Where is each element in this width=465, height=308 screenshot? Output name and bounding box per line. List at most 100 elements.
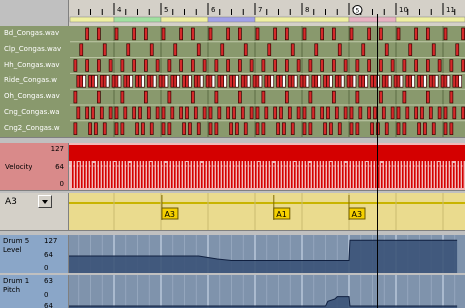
drum-hit[interactable] — [296, 106, 301, 120]
drum-hit[interactable] — [255, 27, 260, 41]
velocity-bar[interactable] — [315, 156, 317, 188]
drum-hit[interactable] — [337, 122, 342, 135]
drum-hit[interactable] — [167, 90, 172, 104]
velocity-bar[interactable] — [237, 147, 239, 188]
drum-hit[interactable] — [191, 59, 195, 72]
loop-segment[interactable] — [160, 16, 209, 23]
drum-hit[interactable] — [337, 75, 342, 88]
velocity-bar[interactable] — [219, 157, 221, 188]
drum-hit[interactable] — [449, 59, 454, 72]
drum-hit[interactable] — [220, 43, 225, 56]
drum-hit[interactable] — [390, 106, 395, 120]
drum1-pitch-curve[interactable] — [69, 275, 465, 308]
drum-hit[interactable] — [129, 75, 134, 88]
drum-hit[interactable] — [437, 59, 442, 72]
velocity-bar[interactable] — [138, 154, 140, 188]
drum-hit[interactable] — [102, 75, 107, 88]
drum-hit[interactable] — [349, 27, 354, 41]
velocity-bar[interactable] — [288, 156, 290, 188]
drum-hit[interactable] — [238, 27, 242, 41]
drum-hit[interactable] — [287, 106, 292, 120]
velocity-bar[interactable] — [342, 147, 344, 188]
drum-hit[interactable] — [314, 43, 319, 56]
drum-hit[interactable] — [443, 122, 448, 135]
drum-hit[interactable] — [217, 106, 222, 120]
velocity-bar[interactable] — [231, 153, 233, 188]
velocity-bar[interactable] — [174, 154, 176, 188]
drum-hit[interactable] — [311, 106, 316, 120]
drum-hit[interactable] — [161, 27, 166, 41]
drum-hit[interactable] — [355, 59, 360, 72]
drum-hit[interactable] — [196, 122, 201, 135]
loop-segment[interactable] — [254, 16, 350, 23]
drum-hit[interactable] — [402, 90, 407, 104]
drum-hit[interactable] — [308, 90, 313, 104]
drum-hit[interactable] — [223, 75, 228, 88]
drum-hit[interactable] — [396, 122, 401, 135]
drum-hit[interactable] — [411, 75, 416, 88]
drum-hit[interactable] — [311, 75, 316, 88]
velocity-bar[interactable] — [192, 147, 194, 188]
drum-hit[interactable] — [82, 75, 87, 88]
drum-hit[interactable] — [170, 106, 175, 120]
drum-hit[interactable] — [149, 122, 154, 135]
drum-hit[interactable] — [202, 106, 207, 120]
drum5-level-curve[interactable] — [69, 235, 465, 273]
velocity-bar[interactable] — [126, 156, 128, 188]
drum-hit[interactable] — [132, 27, 136, 41]
velocity-bar[interactable] — [408, 160, 410, 188]
drum-hit[interactable] — [161, 75, 166, 88]
drum-hit[interactable] — [97, 27, 101, 41]
velocity-bar[interactable] — [120, 160, 122, 188]
drum-hit[interactable] — [238, 59, 242, 72]
drum-hit[interactable] — [226, 27, 230, 41]
velocity-bar[interactable] — [453, 163, 455, 188]
drum-hit[interactable] — [352, 75, 357, 88]
drum-hit[interactable] — [426, 59, 430, 72]
chord-events[interactable]: A3 A1 A3 — [69, 193, 465, 230]
drum-hit[interactable] — [144, 90, 148, 104]
loop-segment[interactable] — [395, 16, 465, 23]
velocity-bar[interactable] — [99, 156, 101, 188]
velocity-bar[interactable] — [222, 147, 224, 188]
drum-hit[interactable] — [199, 75, 204, 88]
drum-hit[interactable] — [161, 106, 166, 120]
drum-hit[interactable] — [167, 59, 172, 72]
drum-hit[interactable] — [111, 75, 116, 88]
drum-hit[interactable] — [290, 122, 295, 135]
drum-hit[interactable] — [384, 75, 389, 88]
drum-hit[interactable] — [91, 75, 95, 88]
velocity-bar[interactable] — [432, 147, 434, 188]
velocity-bar[interactable] — [309, 163, 311, 188]
drum-hit[interactable] — [461, 59, 465, 72]
velocity-bar[interactable] — [318, 154, 320, 188]
drum-hit[interactable] — [170, 75, 175, 88]
velocity-bar[interactable] — [201, 163, 203, 188]
velocity-bar[interactable] — [420, 156, 422, 188]
velocity-bar[interactable] — [273, 163, 275, 188]
drum-hit[interactable] — [120, 122, 125, 135]
drum-hit[interactable] — [320, 27, 324, 41]
drum-hit[interactable] — [261, 90, 266, 104]
drum-hit[interactable] — [343, 59, 348, 72]
velocity-bar[interactable] — [387, 147, 389, 188]
drum-hit[interactable] — [440, 75, 445, 88]
drum-hit[interactable] — [261, 122, 266, 135]
drum-hit[interactable] — [94, 75, 98, 88]
drum-hit[interactable] — [73, 59, 78, 72]
drum-hit[interactable] — [240, 106, 245, 120]
velocity-bar[interactable] — [243, 156, 245, 188]
drum-hit[interactable] — [449, 90, 454, 104]
drum-hit[interactable] — [399, 75, 404, 88]
drum-hit[interactable] — [326, 106, 330, 120]
velocity-bar[interactable] — [447, 147, 449, 188]
drum-hit[interactable] — [428, 75, 433, 88]
drum-hit[interactable] — [343, 106, 348, 120]
drum-hit[interactable] — [196, 75, 201, 88]
velocity-bar[interactable] — [429, 159, 431, 188]
velocity-bar[interactable] — [84, 160, 86, 188]
velocity-bar[interactable] — [306, 156, 308, 188]
drum-hit[interactable] — [384, 122, 389, 135]
drum-hit[interactable] — [302, 122, 307, 135]
drum-hit[interactable] — [185, 75, 189, 88]
